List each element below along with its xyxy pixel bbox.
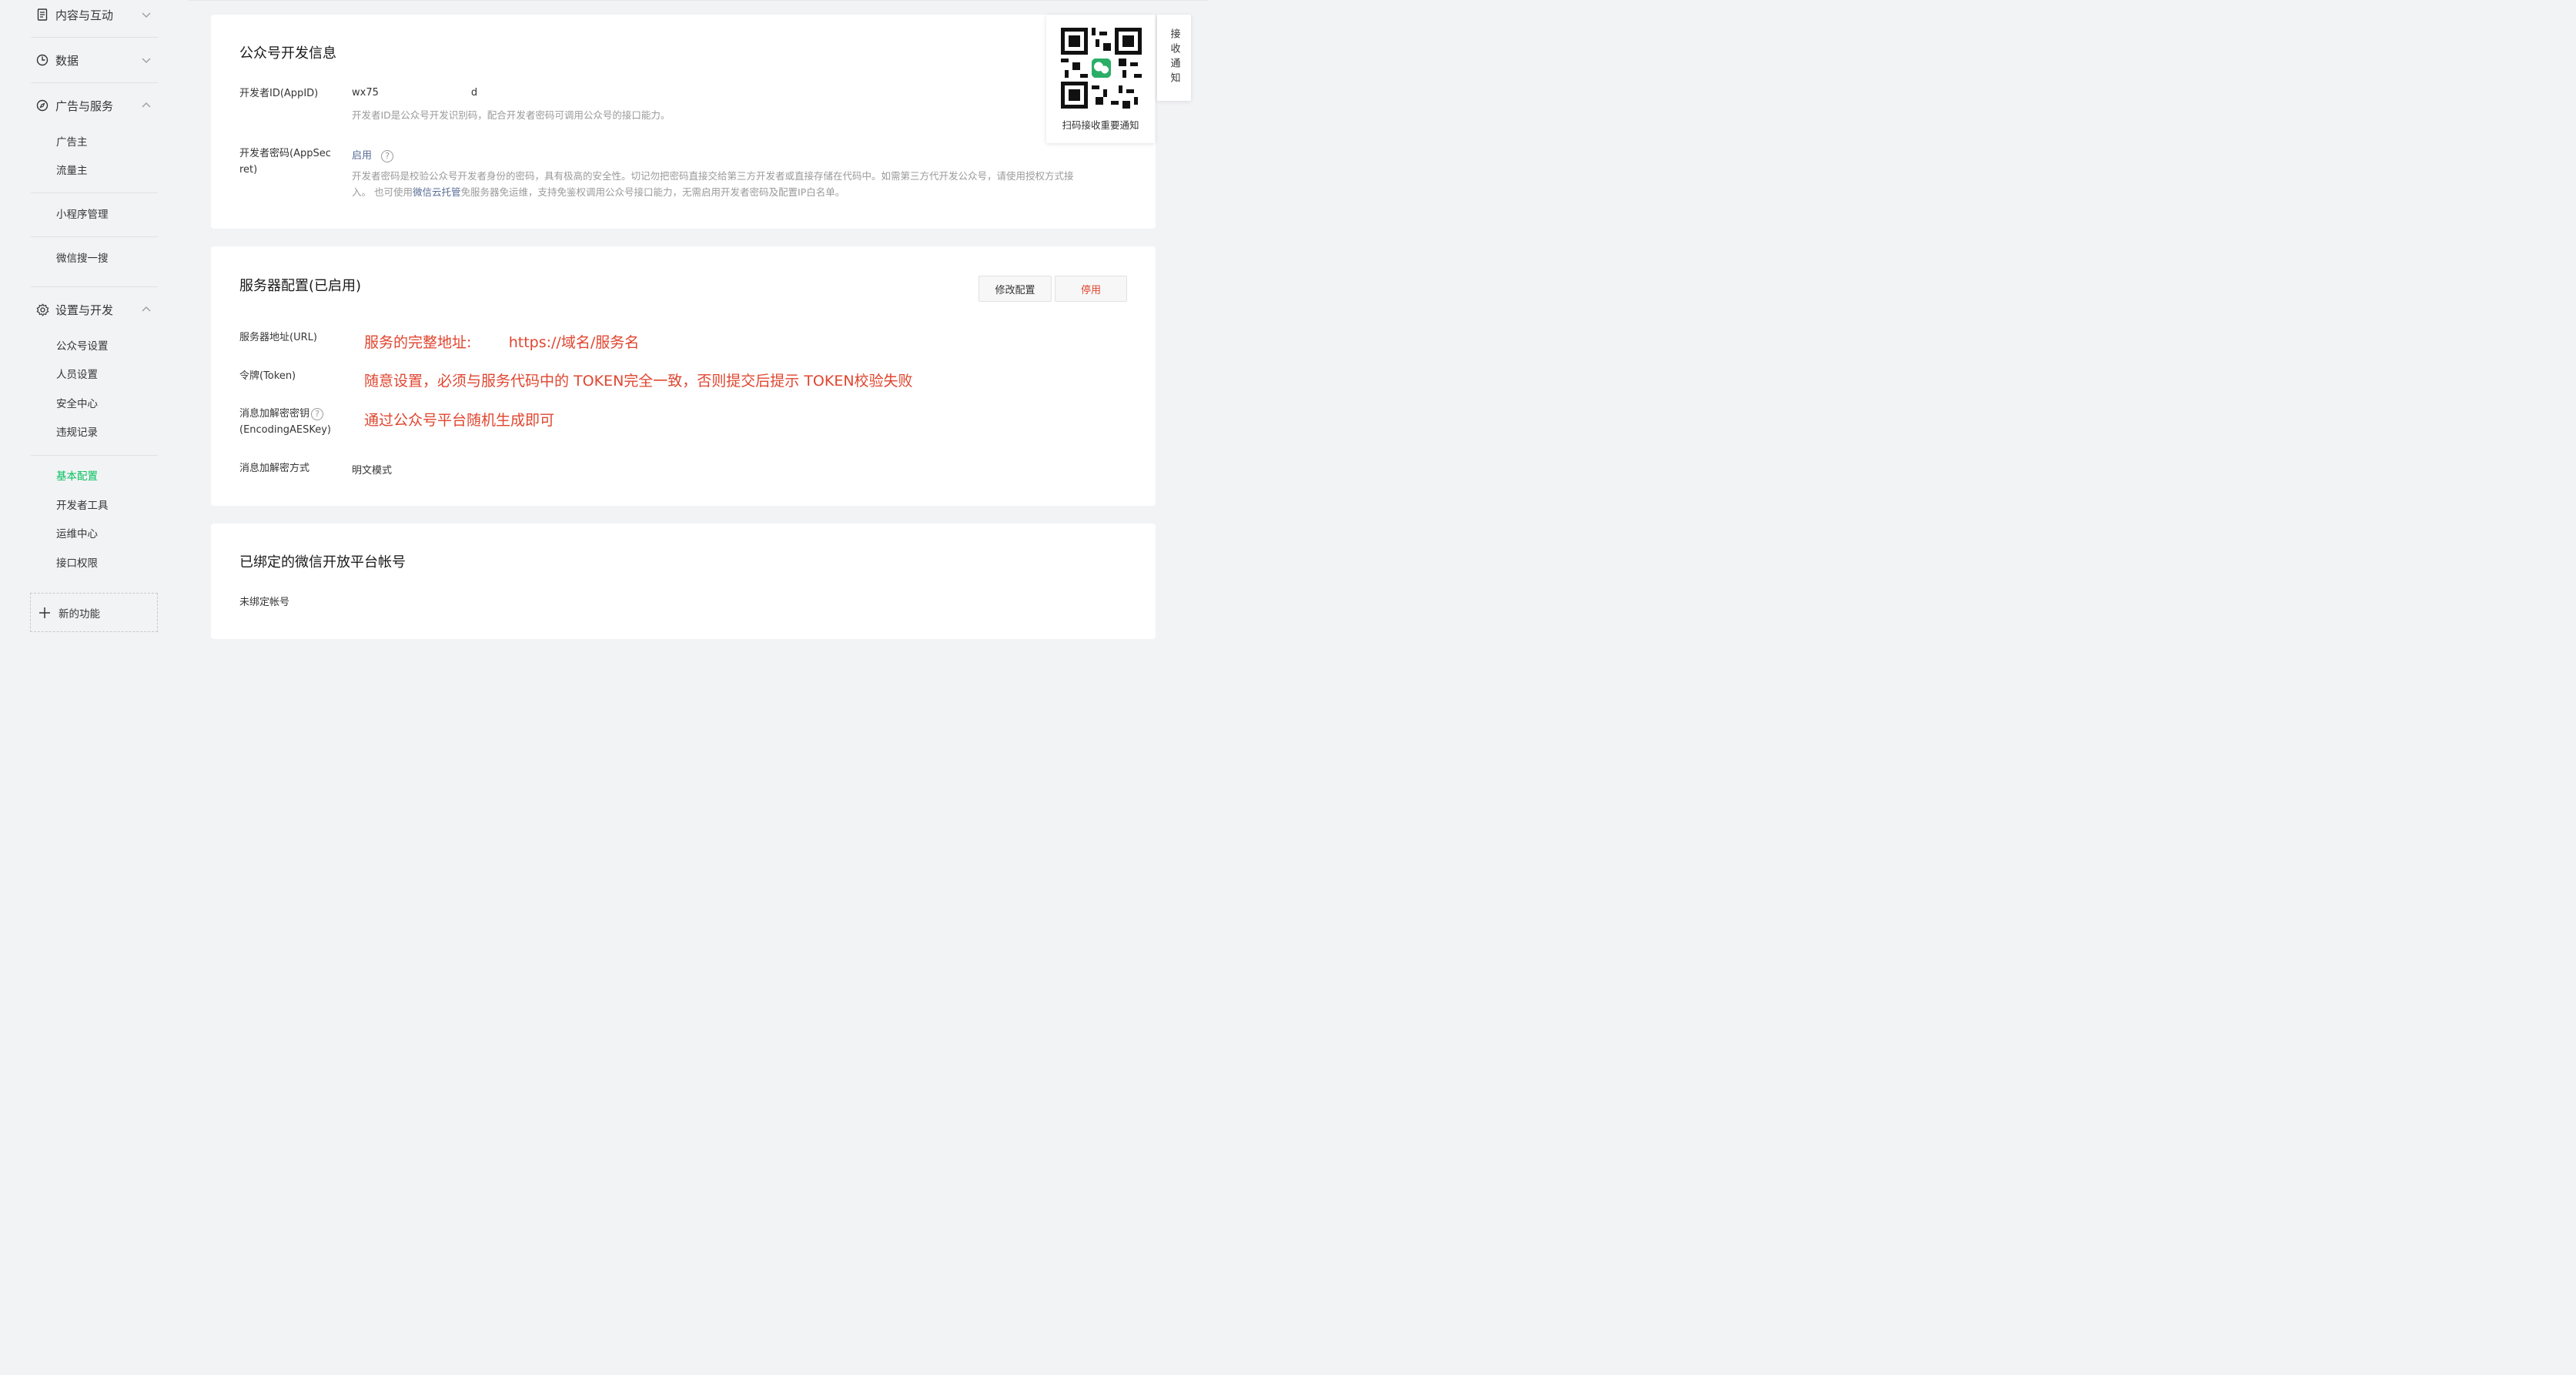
sidebar-item-basic-config[interactable]: 基本配置 — [56, 469, 98, 484]
aes-key-label: 消息加解密密钥? (EncodingAESKey) — [239, 406, 331, 438]
sidebar-item-api-permissions[interactable]: 接口权限 — [56, 556, 98, 571]
sidebar-item-dev-tools[interactable]: 开发者工具 — [56, 498, 109, 514]
cloud-hosting-link[interactable]: 微信云托管 — [413, 186, 461, 198]
sidebar-divider — [31, 236, 158, 237]
sidebar-group-label: 内容与互动 — [55, 8, 114, 22]
new-feature-label: 新的功能 — [59, 607, 100, 621]
disable-button[interactable]: 停用 — [1055, 276, 1127, 302]
sidebar-item-staff-settings[interactable]: 人员设置 — [56, 367, 98, 383]
appid-label: 开发者ID(AppID) — [239, 88, 319, 99]
modify-config-button[interactable]: 修改配置 — [979, 276, 1052, 302]
sidebar-group-label: 广告与服务 — [55, 99, 114, 113]
sidebar-item-search[interactable]: 微信搜一搜 — [56, 251, 109, 266]
appsecret-label-line2: ret) — [239, 164, 258, 176]
plus-icon — [39, 607, 50, 618]
open-platform-title: 已绑定的微信开放平台帐号 — [239, 554, 406, 570]
server-config-title: 服务器配置(已启用) — [239, 278, 362, 294]
sidebar: 内容与互动 数据 广告与服务 广告主 流量主 小程序管理 微信搜一搜 设置与开发… — [0, 0, 189, 644]
aes-key-note: 通过公众号平台随机生成即可 — [364, 412, 555, 429]
encrypt-mode-value: 明文模式 — [352, 465, 393, 477]
appid-value-start: wx75 — [352, 87, 379, 99]
question-icon[interactable]: ? — [381, 149, 394, 162]
pie-chart-icon — [35, 53, 49, 67]
appsecret-description: 开发者密码是校验公众号开发者身份的密码，具有极高的安全性。切记勿把密码直接交给第… — [352, 168, 1122, 200]
dev-info-card: 公众号开发信息 开发者ID(AppID) wx75 d 开发者ID是公众号开发识别… — [211, 15, 1156, 229]
question-icon[interactable]: ? — [311, 407, 324, 420]
appsecret-label-line1: 开发者密码(AppSec — [239, 148, 331, 159]
server-config-card: 服务器配置(已启用) 修改配置 停用 服务器地址(URL) 服务的完整地址: h… — [211, 246, 1156, 506]
chevron-down-icon — [142, 58, 151, 63]
appsecret-desc-text: 入。 也可使用 — [352, 186, 413, 198]
gear-icon — [35, 303, 49, 316]
sidebar-group-content[interactable]: 内容与互动 — [31, 3, 158, 26]
sidebar-group-data[interactable]: 数据 — [31, 49, 158, 72]
aes-key-label-line2: (EncodingAESKey) — [239, 424, 331, 436]
sidebar-item-advertiser[interactable]: 广告主 — [56, 135, 88, 150]
sidebar-item-security[interactable]: 安全中心 — [56, 396, 98, 412]
sidebar-group-ads[interactable]: 广告与服务 — [31, 94, 158, 117]
qr-notify-panel: 扫码接收重要通知 — [1046, 15, 1155, 143]
server-url-label: 服务器地址(URL) — [239, 332, 317, 343]
receive-notify-tab[interactable]: 接收通知 — [1157, 15, 1191, 101]
token-label: 令牌(Token) — [239, 370, 296, 382]
open-platform-card: 已绑定的微信开放平台帐号 未绑定帐号 — [211, 524, 1156, 639]
sidebar-item-publisher[interactable]: 流量主 — [56, 163, 88, 179]
token-note: 随意设置，必须与服务代码中的 TOKEN完全一致，否则提交后提示 TOKEN校验… — [364, 373, 913, 390]
new-feature-button[interactable]: 新的功能 — [30, 593, 158, 632]
aes-key-label-line1: 消息加解密密钥 — [239, 408, 310, 420]
chevron-up-icon — [142, 102, 151, 108]
chevron-up-icon — [142, 306, 151, 312]
document-icon — [35, 8, 49, 22]
sidebar-group-label: 设置与开发 — [55, 303, 114, 317]
sidebar-divider — [31, 37, 158, 38]
sidebar-item-account-settings[interactable]: 公众号设置 — [56, 339, 109, 354]
qr-caption: 扫码接收重要通知 — [1062, 119, 1139, 131]
appsecret-action: 启用 ? — [352, 147, 394, 162]
appid-value-end: d — [470, 87, 478, 99]
appsecret-label: 开发者密码(AppSec ret) — [239, 146, 331, 178]
sidebar-divider — [31, 286, 158, 287]
enable-secret-link[interactable]: 启用 — [352, 150, 372, 162]
sidebar-item-miniprogram[interactable]: 小程序管理 — [56, 207, 109, 222]
compass-icon — [35, 99, 49, 112]
appsecret-desc-line2: 入。 也可使用微信云托管免服务器免运维，支持免鉴权调用公众号接口能力，无需启用开… — [352, 184, 1122, 200]
dev-info-title: 公众号开发信息 — [239, 45, 336, 62]
sidebar-divider — [31, 82, 158, 83]
encrypt-mode-label: 消息加解密方式 — [239, 463, 310, 474]
sidebar-item-violations[interactable]: 违规记录 — [56, 425, 98, 440]
sidebar-divider — [31, 455, 158, 456]
appsecret-desc-line1: 开发者密码是校验公众号开发者身份的密码，具有极高的安全性。切记勿把密码直接交给第… — [352, 170, 1074, 182]
appid-value: wx75 d — [352, 87, 477, 99]
sidebar-item-ops-center[interactable]: 运维中心 — [56, 527, 98, 542]
sidebar-group-label: 数据 — [55, 53, 79, 68]
open-platform-value: 未绑定帐号 — [239, 597, 290, 608]
chevron-down-icon — [142, 12, 151, 18]
qr-code-icon — [1061, 28, 1142, 109]
sidebar-divider — [31, 192, 158, 193]
appid-description: 开发者ID是公众号开发识别码，配合开发者密码可调用公众号的接口能力。 — [352, 109, 671, 121]
appsecret-desc-text: 免服务器免运维，支持免鉴权调用公众号接口能力，无需启用开发者密码及配置IP白名单… — [460, 186, 845, 198]
sidebar-group-settings[interactable]: 设置与开发 — [31, 298, 158, 321]
server-url-note: 服务的完整地址: https://域名/服务名 — [364, 334, 640, 351]
